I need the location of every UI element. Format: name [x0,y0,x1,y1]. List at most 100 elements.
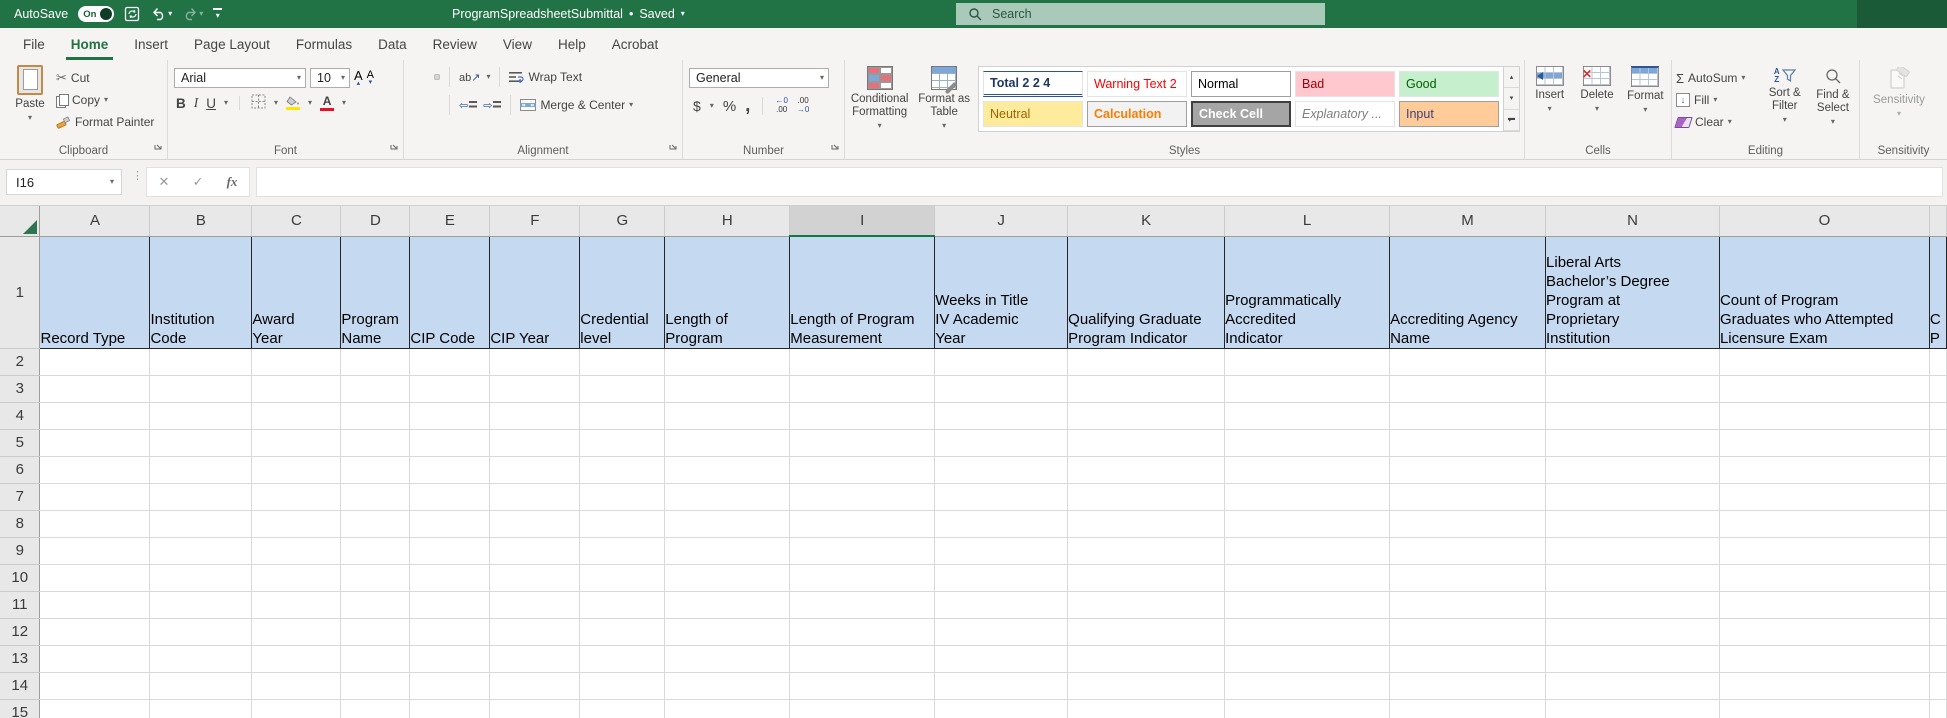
tab-acrobat[interactable]: Acrobat [599,30,672,60]
cell-H10[interactable] [664,564,791,592]
cell-G14[interactable] [579,672,666,700]
cell-E12[interactable] [409,618,491,646]
cell-A5[interactable] [39,429,151,457]
cell-J6[interactable] [934,456,1069,484]
row-header-8[interactable]: 8 [0,510,41,538]
cell-I3[interactable] [789,375,936,403]
row-header-3[interactable]: 3 [0,375,41,403]
number-format-select[interactable]: General ▾ [689,68,829,88]
row-header-9[interactable]: 9 [0,537,41,565]
cell-G9[interactable] [579,537,666,565]
cell-C7[interactable] [251,483,342,511]
header-cell-N1[interactable]: Liberal Arts Bachelor’s Degree Program a… [1545,235,1720,349]
underline-button[interactable]: U [206,96,216,111]
cell-M2[interactable] [1389,348,1547,376]
cell-P10[interactable] [1929,564,1947,592]
cell-O5[interactable] [1719,429,1930,457]
cell-A13[interactable] [39,645,151,673]
cell-N15[interactable] [1545,699,1720,718]
cell-I7[interactable] [789,483,936,511]
style-good[interactable]: Good [1399,71,1499,97]
cell-A3[interactable] [39,375,151,403]
header-cell-F1[interactable]: CIP Year [489,235,581,349]
row-header-2[interactable]: 2 [0,348,41,376]
cell-J13[interactable] [934,645,1069,673]
cell-G7[interactable] [579,483,666,511]
cell-H7[interactable] [664,483,791,511]
cell-J10[interactable] [934,564,1069,592]
tab-view[interactable]: View [490,30,545,60]
cell-L12[interactable] [1224,618,1391,646]
column-header-partial[interactable] [1929,206,1947,237]
cell-H11[interactable] [664,591,791,619]
cell-E4[interactable] [409,402,491,430]
row-header-7[interactable]: 7 [0,483,41,511]
cell-O9[interactable] [1719,537,1930,565]
cell-C15[interactable] [251,699,342,718]
conditional-formatting-button[interactable]: Conditional Formatting ▾ [849,66,910,130]
cell-D4[interactable] [340,402,411,430]
cell-C8[interactable] [251,510,342,538]
cell-D3[interactable] [340,375,411,403]
customize-qat-button[interactable]: ▾ [213,8,223,20]
header-cell-J1[interactable]: Weeks in Title IV Academic Year [934,235,1069,349]
cell-O3[interactable] [1719,375,1930,403]
cell-P2[interactable] [1929,348,1947,376]
cell-M6[interactable] [1389,456,1547,484]
header-cell-G1[interactable]: Credential level [579,235,666,349]
cell-A2[interactable] [39,348,151,376]
cell-H9[interactable] [664,537,791,565]
cell-L5[interactable] [1224,429,1391,457]
currency-format-button[interactable]: $ [693,98,701,114]
cell-N5[interactable] [1545,429,1720,457]
cell-F5[interactable] [489,429,581,457]
cell-M4[interactable] [1389,402,1547,430]
column-header-N[interactable]: N [1545,206,1720,237]
cell-O4[interactable] [1719,402,1930,430]
cell-A10[interactable] [39,564,151,592]
cell-E5[interactable] [409,429,491,457]
cell-I11[interactable] [789,591,936,619]
cell-A7[interactable] [39,483,151,511]
cell-O7[interactable] [1719,483,1930,511]
cell-G5[interactable] [579,429,666,457]
insert-cells-button[interactable]: Insert ▾ [1529,66,1570,141]
style-normal[interactable]: Normal [1191,71,1291,97]
header-cell-D1[interactable]: Program Name [340,235,411,349]
cell-N8[interactable] [1545,510,1720,538]
column-header-A[interactable]: A [39,206,151,237]
column-header-O[interactable]: O [1719,206,1930,237]
cell-F11[interactable] [489,591,581,619]
cell-N11[interactable] [1545,591,1720,619]
cell-B14[interactable] [149,672,253,700]
cell-B9[interactable] [149,537,253,565]
cell-F10[interactable] [489,564,581,592]
cell-B15[interactable] [149,699,253,718]
cell-L4[interactable] [1224,402,1391,430]
header-cell-M1[interactable]: Accrediting Agency Name [1389,235,1547,349]
cell-K13[interactable] [1067,645,1226,673]
row-header-6[interactable]: 6 [0,456,41,484]
cell-B11[interactable] [149,591,253,619]
cell-H14[interactable] [664,672,791,700]
insert-function-button[interactable]: fx [227,174,238,190]
cell-H3[interactable] [664,375,791,403]
format-cells-button[interactable]: Format ▾ [1624,66,1667,141]
cell-F3[interactable] [489,375,581,403]
cell-K6[interactable] [1067,456,1226,484]
cell-D13[interactable] [340,645,411,673]
header-cell-L1[interactable]: Programmatically Accredited Indicator [1224,235,1391,349]
cell-N9[interactable] [1545,537,1720,565]
cell-B5[interactable] [149,429,253,457]
redo-button[interactable]: ▾ [182,7,203,21]
header-cell-A1[interactable]: Record Type [39,235,151,349]
cell-J9[interactable] [934,537,1069,565]
cell-M5[interactable] [1389,429,1547,457]
search-input[interactable] [990,6,1274,22]
increase-indent-button[interactable]: ⇨ [483,99,502,112]
cell-D15[interactable] [340,699,411,718]
cell-P13[interactable] [1929,645,1947,673]
font-size-select[interactable]: 10 ▾ [310,68,350,88]
row-header-1[interactable]: 1 [0,236,41,349]
header-cell-H1[interactable]: Length of Program [664,235,791,349]
